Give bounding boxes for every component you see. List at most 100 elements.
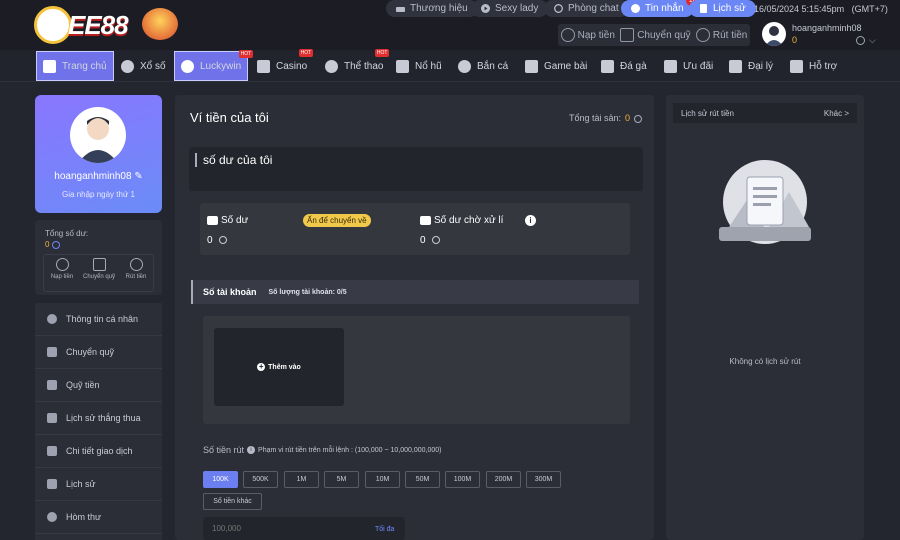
refresh-icon[interactable] bbox=[218, 236, 227, 245]
nav-label: Game bài bbox=[544, 60, 588, 72]
more-link[interactable]: Khác > bbox=[824, 109, 849, 118]
side-deposit-label: Nạp tiền bbox=[50, 274, 74, 280]
pill-messages[interactable]: Tin nhắn 10 bbox=[621, 0, 700, 17]
user-menu[interactable]: hoanganhminh08 0 ⌵ bbox=[762, 20, 892, 48]
wallet-icon bbox=[620, 28, 635, 42]
side-item-history[interactable]: Lịch sử bbox=[35, 468, 162, 501]
info-icon[interactable]: i bbox=[525, 215, 536, 226]
deposit-icon bbox=[560, 28, 575, 42]
side-item-profile[interactable]: Thông tin cá nhân bbox=[35, 303, 162, 336]
wallet-icon bbox=[420, 215, 431, 225]
side-item-label: Lịch sử bbox=[66, 479, 96, 489]
amount-chip[interactable]: 50M bbox=[405, 471, 440, 488]
amount-chip[interactable]: 300M bbox=[526, 471, 561, 488]
nav-label: Đại lý bbox=[748, 60, 774, 72]
luckywin-icon bbox=[181, 59, 194, 73]
refresh-icon[interactable] bbox=[431, 236, 440, 245]
side-item-transactions[interactable]: Chi tiết giao dịch bbox=[35, 435, 162, 468]
history-icon bbox=[699, 4, 708, 13]
pill-sexy-lady[interactable]: Sexy lady bbox=[471, 0, 549, 17]
empty-history-illustration bbox=[719, 160, 811, 244]
amount-chip[interactable]: 1M bbox=[284, 471, 319, 488]
quick-transfer-button[interactable]: Chuyển quỹ bbox=[620, 28, 691, 42]
avatar bbox=[762, 22, 786, 46]
chat-icon bbox=[554, 4, 563, 13]
info-icon[interactable]: i bbox=[247, 446, 256, 454]
nav-label: Bắn cá bbox=[477, 60, 509, 72]
side-item-fund[interactable]: Quỹ tiền bbox=[35, 369, 162, 402]
hot-badge: HOT bbox=[298, 49, 314, 57]
pill-chat-room[interactable]: Phòng chat bbox=[544, 0, 629, 17]
nav-slots[interactable]: Nổ hũ bbox=[396, 51, 442, 81]
other-amount-chip[interactable]: Số tiền khác bbox=[203, 493, 262, 510]
nav-support[interactable]: Hỗ trợ bbox=[790, 51, 837, 81]
nav-cockfight[interactable]: Đá gà bbox=[601, 51, 647, 81]
nav-casino[interactable]: Casino HOT bbox=[257, 49, 314, 81]
side-withdraw-button[interactable]: Rút tiền bbox=[118, 258, 154, 280]
hot-badge: HOT bbox=[374, 49, 390, 57]
withdraw-history-panel: Lịch sử rút tiền Khác > Không có lịch sử… bbox=[666, 95, 864, 540]
add-account-button[interactable]: + Thêm vào bbox=[214, 328, 344, 406]
side-item-transfer[interactable]: Chuyển quỹ bbox=[35, 336, 162, 369]
nav-lottery[interactable]: Xổ số bbox=[121, 51, 166, 81]
quick-transfer-label: Chuyển quỹ bbox=[637, 29, 691, 41]
sport-icon bbox=[325, 59, 338, 73]
total-balance-number: 0 bbox=[45, 240, 50, 249]
withdraw-amount-label: Số tiền rút i Phạm vi rút tiền trên mỗi … bbox=[203, 445, 442, 455]
brand-logo[interactable]: EE88 bbox=[34, 4, 180, 44]
side-transfer-button[interactable]: Chuyển quỹ bbox=[81, 258, 117, 280]
refresh-icon[interactable] bbox=[634, 114, 643, 123]
pill-brand[interactable]: Thương hiệu bbox=[386, 0, 478, 17]
side-item-win-loss[interactable]: Lịch sử thắng thua bbox=[35, 402, 162, 435]
nav-sports[interactable]: Thể thao HOT bbox=[325, 49, 390, 81]
pending-label: Số dư chờ xử lí bbox=[420, 215, 503, 226]
accounts-title: Số tài khoản bbox=[203, 287, 257, 297]
quick-actions: Nạp tiền Chuyển quỹ Rút tiền bbox=[558, 24, 750, 46]
agent-icon bbox=[729, 59, 742, 73]
side-item-label: Chi tiết giao dịch bbox=[66, 446, 133, 456]
edit-icon[interactable]: ✎ bbox=[134, 171, 142, 182]
refresh-icon[interactable] bbox=[856, 36, 865, 45]
nav-label: Ưu đãi bbox=[683, 60, 714, 72]
return-funds-button[interactable]: Ấn để chuyển về bbox=[303, 214, 371, 227]
amount-chip[interactable]: 100K bbox=[203, 471, 238, 488]
profile-username-text: hoanganhminh08 bbox=[54, 171, 132, 182]
accounts-area: + Thêm vào bbox=[203, 316, 630, 424]
amount-chip[interactable]: 100M bbox=[445, 471, 480, 488]
refresh-icon[interactable] bbox=[51, 240, 60, 249]
wallet-icon bbox=[92, 258, 106, 271]
amount-range: Phạm vi rút tiền trên mỗi lệnh : (100,00… bbox=[258, 446, 442, 454]
top-bar: EE88 Thương hiệu Sexy lady Phòng chat Ti… bbox=[0, 0, 900, 50]
nav-label: Thể thao bbox=[344, 60, 384, 72]
side-item-mailbox[interactable]: Hòm thư bbox=[35, 501, 162, 534]
chevron-down-icon[interactable]: ⌵ bbox=[869, 35, 876, 46]
amount-chip[interactable]: 500K bbox=[243, 471, 278, 488]
balance-row: Số dư Ấn để chuyển về 0 Số dư chờ xử lí … bbox=[200, 203, 630, 255]
logo-text: EE88 bbox=[68, 10, 129, 40]
pill-label: Lịch sử bbox=[713, 3, 746, 14]
nav-home[interactable]: Trang chủ bbox=[36, 51, 114, 81]
logo-crown-icon bbox=[142, 8, 178, 40]
quick-deposit-button[interactable]: Nạp tiền bbox=[560, 28, 615, 42]
amount-chip[interactable]: 10M bbox=[365, 471, 400, 488]
nav-agent[interactable]: Đại lý bbox=[729, 51, 773, 81]
lottery-icon bbox=[121, 59, 134, 73]
username: hoanganhminh08 bbox=[792, 23, 862, 33]
nav-fishing[interactable]: Bắn cá bbox=[458, 51, 508, 81]
side-deposit-button[interactable]: Nạp tiền bbox=[44, 258, 80, 280]
amount-chip[interactable]: 5M bbox=[324, 471, 359, 488]
nav-card-games[interactable]: Game bài bbox=[525, 51, 587, 81]
wallet-panel: Ví tiền của tôi Tổng tài sản: 0 số dư của… bbox=[175, 95, 654, 540]
page-title: Ví tiền của tôi bbox=[190, 110, 269, 125]
gift-icon bbox=[664, 59, 677, 73]
quick-withdraw-button[interactable]: Rút tiền bbox=[695, 28, 747, 42]
nav-luckywin[interactable]: Luckywin HOT bbox=[174, 50, 254, 81]
pill-history[interactable]: Lịch sử bbox=[689, 0, 756, 17]
pill-label: Sexy lady bbox=[495, 3, 539, 14]
amount-chip[interactable]: 200M bbox=[486, 471, 521, 488]
max-amount-button[interactable]: Tối đa bbox=[375, 526, 394, 533]
withdraw-icon bbox=[129, 258, 143, 271]
support-icon bbox=[790, 59, 803, 73]
play-icon bbox=[481, 4, 490, 13]
nav-promotions[interactable]: Ưu đãi bbox=[664, 51, 713, 81]
